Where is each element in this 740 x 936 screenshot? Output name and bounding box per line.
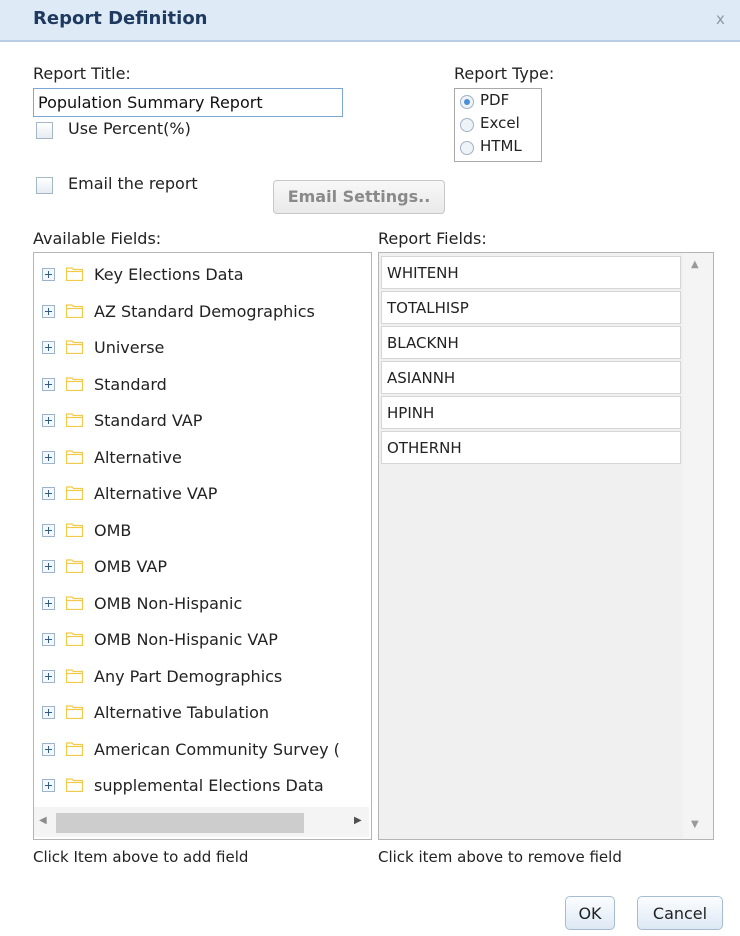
scroll-thumb[interactable]: [56, 813, 304, 833]
expand-plus-icon[interactable]: [42, 523, 55, 537]
tree-item[interactable]: Universe: [34, 330, 369, 366]
folder-icon: [66, 778, 83, 792]
radio-pdf-label: PDF: [480, 91, 510, 109]
radio-excel[interactable]: [460, 118, 474, 132]
tree-item-label: Standard VAP: [94, 411, 203, 430]
tree-item[interactable]: Standard VAP: [34, 403, 369, 439]
folder-icon: [66, 376, 83, 391]
folder-icon: [66, 340, 83, 354]
tree-item-label: Key Elections Data: [94, 265, 244, 284]
report-field-row[interactable]: HPINH: [381, 396, 681, 429]
report-field-row[interactable]: ASIANNH: [381, 361, 681, 394]
radio-pdf[interactable]: [460, 95, 474, 109]
folder-icon: [66, 522, 83, 537]
vertical-scrollbar[interactable]: ▲ ▼: [683, 253, 713, 839]
expand-plus-icon[interactable]: [42, 633, 55, 646]
available-fields-label: Available Fields:: [33, 229, 162, 248]
report-fields-hint: Click item above to remove field: [378, 848, 622, 866]
cancel-button[interactable]: Cancel: [637, 896, 723, 930]
folder-icon: [66, 741, 83, 756]
report-field-row[interactable]: OTHERNH: [381, 431, 681, 464]
use-percent-label: Use Percent(%): [68, 119, 191, 138]
folder-icon: [66, 486, 83, 500]
dialog-title: Report Definition: [33, 8, 208, 29]
tree-item[interactable]: Any Part Demographics: [34, 659, 369, 695]
expand-plus-icon[interactable]: [42, 341, 55, 354]
tree-item-label: supplemental Elections Data: [94, 776, 324, 795]
report-title-input[interactable]: [33, 88, 343, 117]
expand-plus-icon[interactable]: [42, 779, 55, 792]
available-fields-hint: Click Item above to add field: [33, 848, 249, 866]
folder-icon: [66, 303, 83, 318]
expand-plus-icon[interactable]: [42, 742, 55, 756]
tree-item[interactable]: AZ Standard Demographics: [34, 294, 369, 330]
expand-plus-icon[interactable]: [42, 377, 55, 391]
report-field-row[interactable]: WHITENH: [381, 256, 681, 289]
tree-item[interactable]: OMB Non-Hispanic: [34, 586, 369, 622]
tree-item[interactable]: American Community Survey (: [34, 732, 369, 768]
tree-item-label: Alternative VAP: [94, 484, 218, 503]
expand-plus-icon[interactable]: [42, 487, 55, 500]
expand-plus-icon[interactable]: [42, 304, 55, 318]
tree-item[interactable]: supplemental Elections Data: [34, 768, 369, 804]
report-type-label: Report Type:: [454, 64, 555, 83]
expand-plus-icon[interactable]: [42, 450, 55, 464]
expand-plus-icon[interactable]: [42, 669, 55, 683]
radio-excel-label: Excel: [480, 114, 520, 132]
report-field-row[interactable]: TOTALHISP: [381, 291, 681, 324]
use-percent-checkbox[interactable]: [36, 122, 53, 139]
folder-icon: [66, 595, 83, 610]
tree-item-label: OMB: [94, 520, 132, 540]
scroll-left-icon[interactable]: ◀: [39, 815, 47, 826]
report-type-group: PDF Excel HTML: [454, 88, 542, 162]
tree-item-label: Alternative Tabulation: [94, 703, 269, 722]
tree-item-label: Any Part Demographics: [94, 666, 283, 686]
folder-icon: [66, 559, 83, 573]
horizontal-scrollbar[interactable]: ◀ ▶: [34, 807, 369, 837]
folder-icon: [66, 413, 83, 427]
tree-item[interactable]: Key Elections Data: [34, 257, 369, 293]
tree-item-label: Standard: [94, 374, 167, 394]
folder-icon: [66, 668, 83, 683]
tree-item-label: Alternative: [94, 447, 182, 467]
tree-item[interactable]: Alternative VAP: [34, 476, 369, 512]
folder-icon: [66, 449, 83, 464]
tree-item-label: OMB VAP: [94, 557, 167, 576]
expand-plus-icon[interactable]: [42, 414, 55, 427]
scroll-right-icon[interactable]: ▶: [354, 815, 362, 826]
report-title-label: Report Title:: [33, 64, 131, 83]
radio-html-label: HTML: [480, 137, 522, 155]
radio-html[interactable]: [460, 141, 474, 155]
report-fields-list: WHITENH TOTALHISP BLACKNH ASIANNH HPINH OTHER…: [378, 252, 714, 840]
email-settings-button[interactable]: Email Settings..: [273, 180, 445, 214]
tree-item[interactable]: Alternative Tabulation: [34, 695, 369, 731]
folder-icon: [66, 632, 83, 646]
folder-icon: [66, 705, 83, 719]
tree-item[interactable]: OMB Non-Hispanic VAP: [34, 622, 369, 658]
close-icon[interactable]: x: [716, 10, 725, 28]
scroll-down-icon[interactable]: ▼: [691, 819, 699, 830]
tree-item-label: AZ Standard Demographics: [94, 301, 315, 321]
tree-item[interactable]: Alternative: [34, 440, 369, 476]
tree-item-label: American Community Survey (: [94, 739, 340, 759]
email-report-checkbox[interactable]: [36, 177, 53, 194]
ok-button[interactable]: OK: [565, 896, 615, 930]
expand-plus-icon[interactable]: [42, 706, 55, 719]
tree-item-label: OMB Non-Hispanic VAP: [94, 630, 278, 649]
tree-item-label: OMB Non-Hispanic: [94, 593, 243, 613]
folder-icon: [66, 267, 83, 281]
expand-plus-icon[interactable]: [42, 560, 55, 573]
available-fields-tree: Key Elections Data AZ Standard Demographi…: [33, 252, 372, 840]
report-fields-label: Report Fields:: [378, 229, 487, 248]
tree-item[interactable]: OMB: [34, 513, 369, 549]
tree-item[interactable]: Standard: [34, 367, 369, 403]
expand-plus-icon[interactable]: [42, 268, 55, 281]
expand-plus-icon[interactable]: [42, 596, 55, 610]
report-field-row[interactable]: BLACKNH: [381, 326, 681, 359]
tree-item[interactable]: OMB VAP: [34, 549, 369, 585]
scroll-up-icon[interactable]: ▲: [691, 259, 699, 270]
email-report-label: Email the report: [68, 174, 198, 193]
tree-item-label: Universe: [94, 338, 165, 357]
